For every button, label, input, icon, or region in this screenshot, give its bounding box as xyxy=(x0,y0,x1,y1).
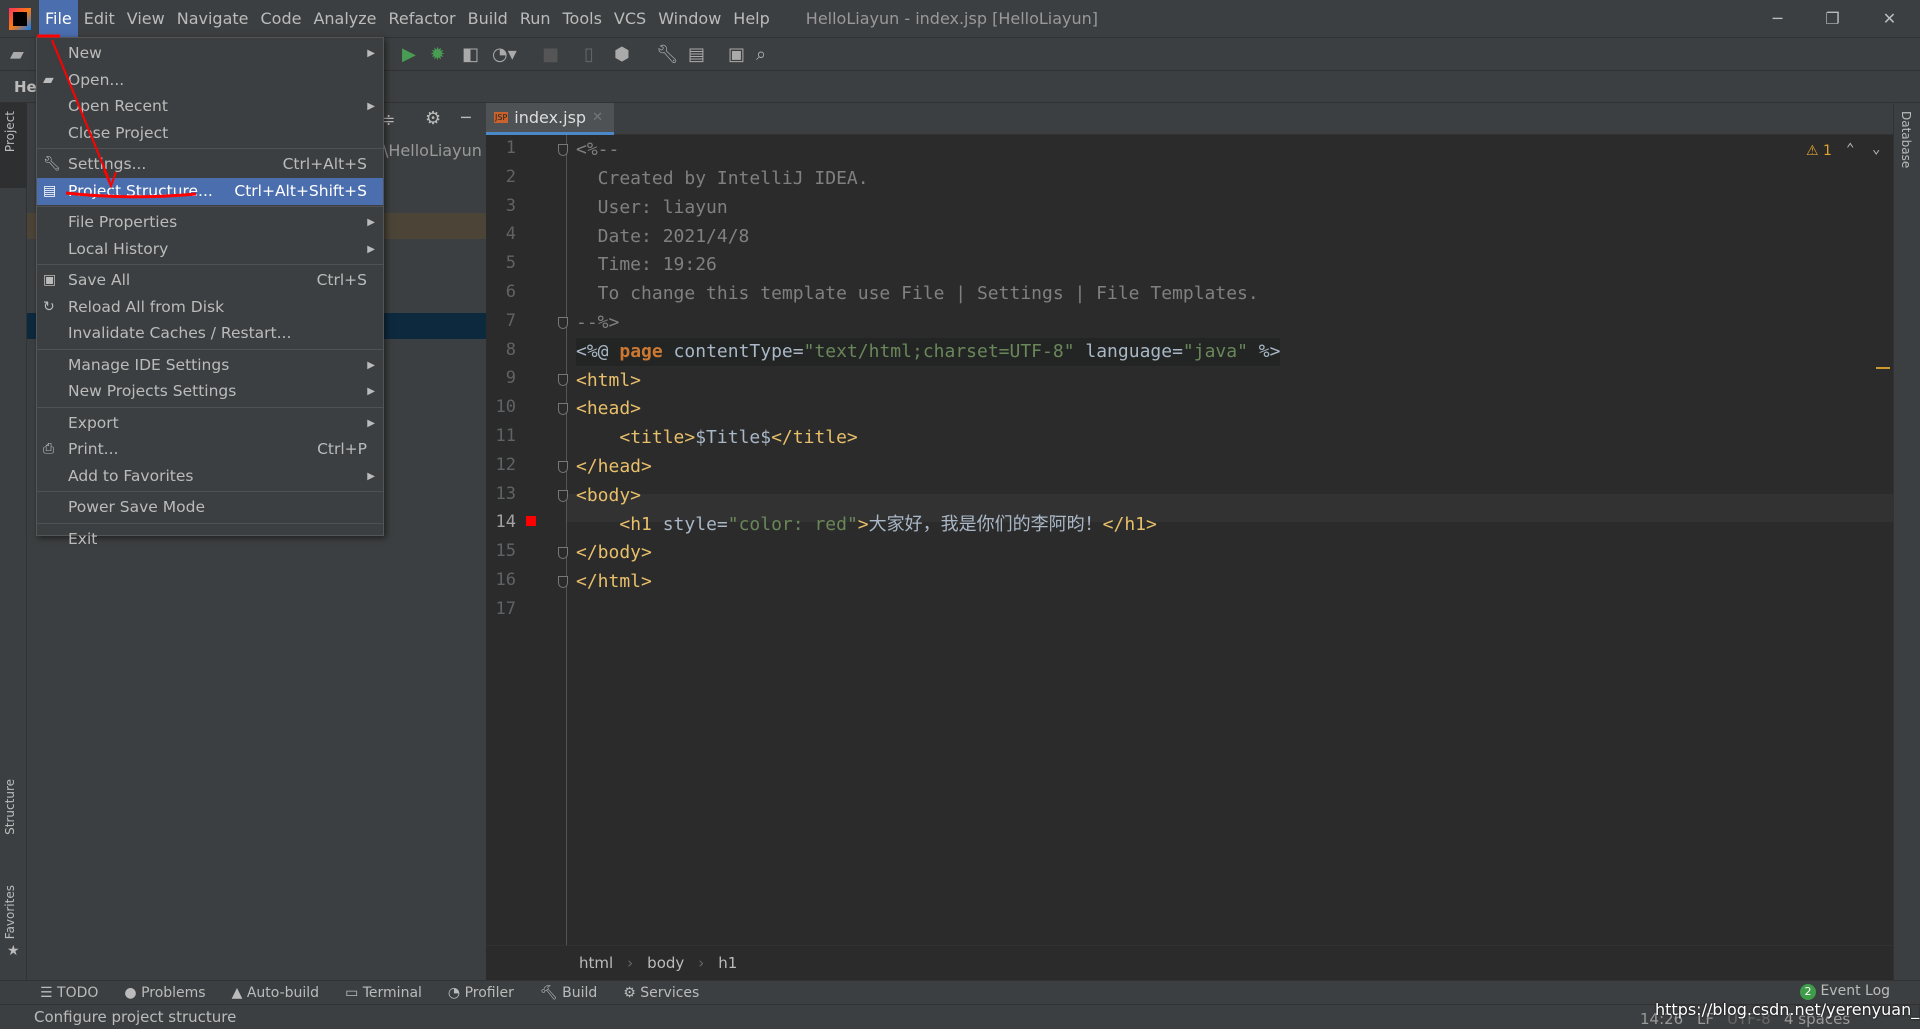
annotation-arrowhead xyxy=(103,169,117,189)
red-annotation xyxy=(37,34,197,199)
annotation-arrow-line xyxy=(51,39,111,183)
annotation-underline-project-structure xyxy=(65,191,197,199)
